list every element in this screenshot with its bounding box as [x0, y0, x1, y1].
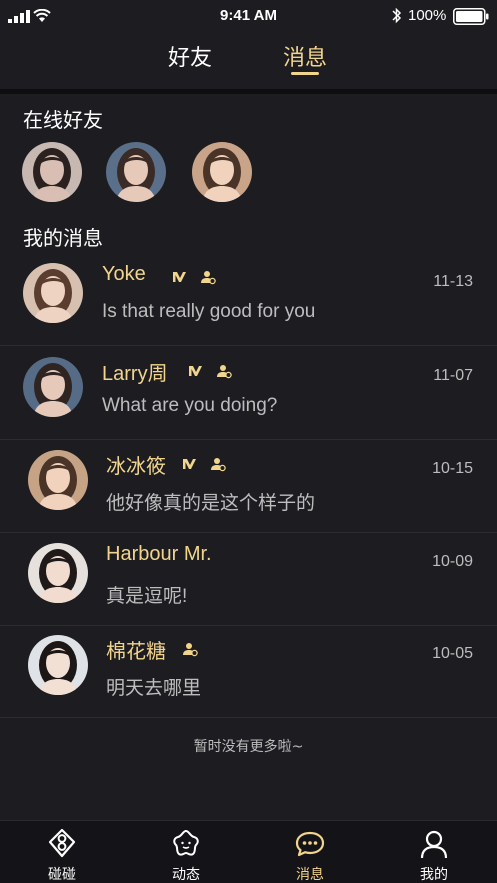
no-more-note: 暂时没有更多啦~: [193, 739, 304, 755]
verified-user-icon: [201, 271, 216, 285]
message-preview: What are you doing?: [102, 395, 278, 416]
chat-bubble-icon: [295, 831, 325, 857]
my-messages-title: 我的消息: [23, 226, 103, 250]
avatar[interactable]: [28, 635, 88, 695]
message-preview: 明天去哪里: [106, 678, 202, 699]
message-date: 10-09: [432, 553, 473, 570]
match-icon: [48, 828, 76, 858]
message-row[interactable]: Larry周 What are you doing? 11-07: [0, 347, 497, 440]
active-tab-indicator: [291, 72, 319, 75]
header-divider: [0, 89, 497, 94]
battery-icon: [453, 8, 489, 25]
online-friend-avatar[interactable]: [106, 142, 166, 202]
verified-user-icon: [217, 365, 232, 379]
vip-badge-icon: [189, 366, 202, 376]
tab-messages[interactable]: 消息: [283, 40, 327, 72]
avatar[interactable]: [28, 450, 88, 510]
status-bar: 9:41 AM 100%: [0, 0, 497, 32]
contact-name: 冰冰筱: [106, 456, 166, 478]
nav-item-messages[interactable]: 消息: [248, 821, 372, 883]
nav-label-messages: 消息: [296, 867, 324, 883]
avatar[interactable]: [23, 357, 83, 417]
message-preview: Is that really good for you: [102, 301, 316, 322]
contact-name: Larry周: [102, 363, 168, 385]
message-row[interactable]: 棉花糖明天去哪里 10-05: [0, 625, 497, 718]
online-friends-title: 在线好友: [23, 108, 103, 132]
top-tab-bar: 好友 消息: [0, 32, 497, 89]
message-row[interactable]: Yoke Is that really good for you 11-13: [0, 253, 497, 346]
message-row[interactable]: Harbour Mr. 真是逗呢! 10-09: [0, 533, 497, 626]
verified-user-icon: [211, 458, 226, 472]
contact-name: 棉花糖: [106, 641, 166, 663]
avatar[interactable]: [23, 263, 83, 323]
contact-name: Harbour Mr.: [106, 543, 212, 565]
nav-item-match[interactable]: 碰碰: [0, 821, 124, 883]
battery-percent: 100%: [408, 7, 447, 24]
message-date: 10-15: [432, 460, 473, 477]
contact-name: Yoke: [102, 263, 146, 285]
nav-label-profile: 我的: [420, 867, 448, 883]
message-date: 11-13: [433, 273, 473, 290]
moments-icon: [173, 829, 199, 856]
bottom-nav: 碰碰 动态 消息 我的: [0, 820, 497, 883]
nav-label-match: 碰碰: [48, 867, 76, 883]
verified-user-icon: [183, 643, 198, 657]
avatar[interactable]: [28, 543, 88, 603]
nav-item-profile[interactable]: 我的: [372, 821, 496, 883]
message-date: 11-07: [433, 367, 473, 384]
vip-badge-icon: [183, 459, 196, 469]
bluetooth-icon: [392, 7, 402, 24]
message-preview: 他好像真的是这个样子的: [106, 493, 316, 514]
message-date: 10-05: [432, 645, 473, 662]
message-preview: 真是逗呢!: [106, 586, 188, 607]
vip-badge-icon: [173, 272, 186, 282]
message-row[interactable]: 冰冰筱他好像真的是这个样子的 10-15: [0, 440, 497, 533]
online-friend-avatar[interactable]: [192, 142, 252, 202]
tab-friends[interactable]: 好友: [168, 40, 212, 72]
profile-icon: [420, 830, 448, 859]
nav-item-moments[interactable]: 动态: [124, 821, 248, 883]
nav-label-moments: 动态: [172, 867, 200, 883]
online-friend-avatar[interactable]: [22, 142, 82, 202]
